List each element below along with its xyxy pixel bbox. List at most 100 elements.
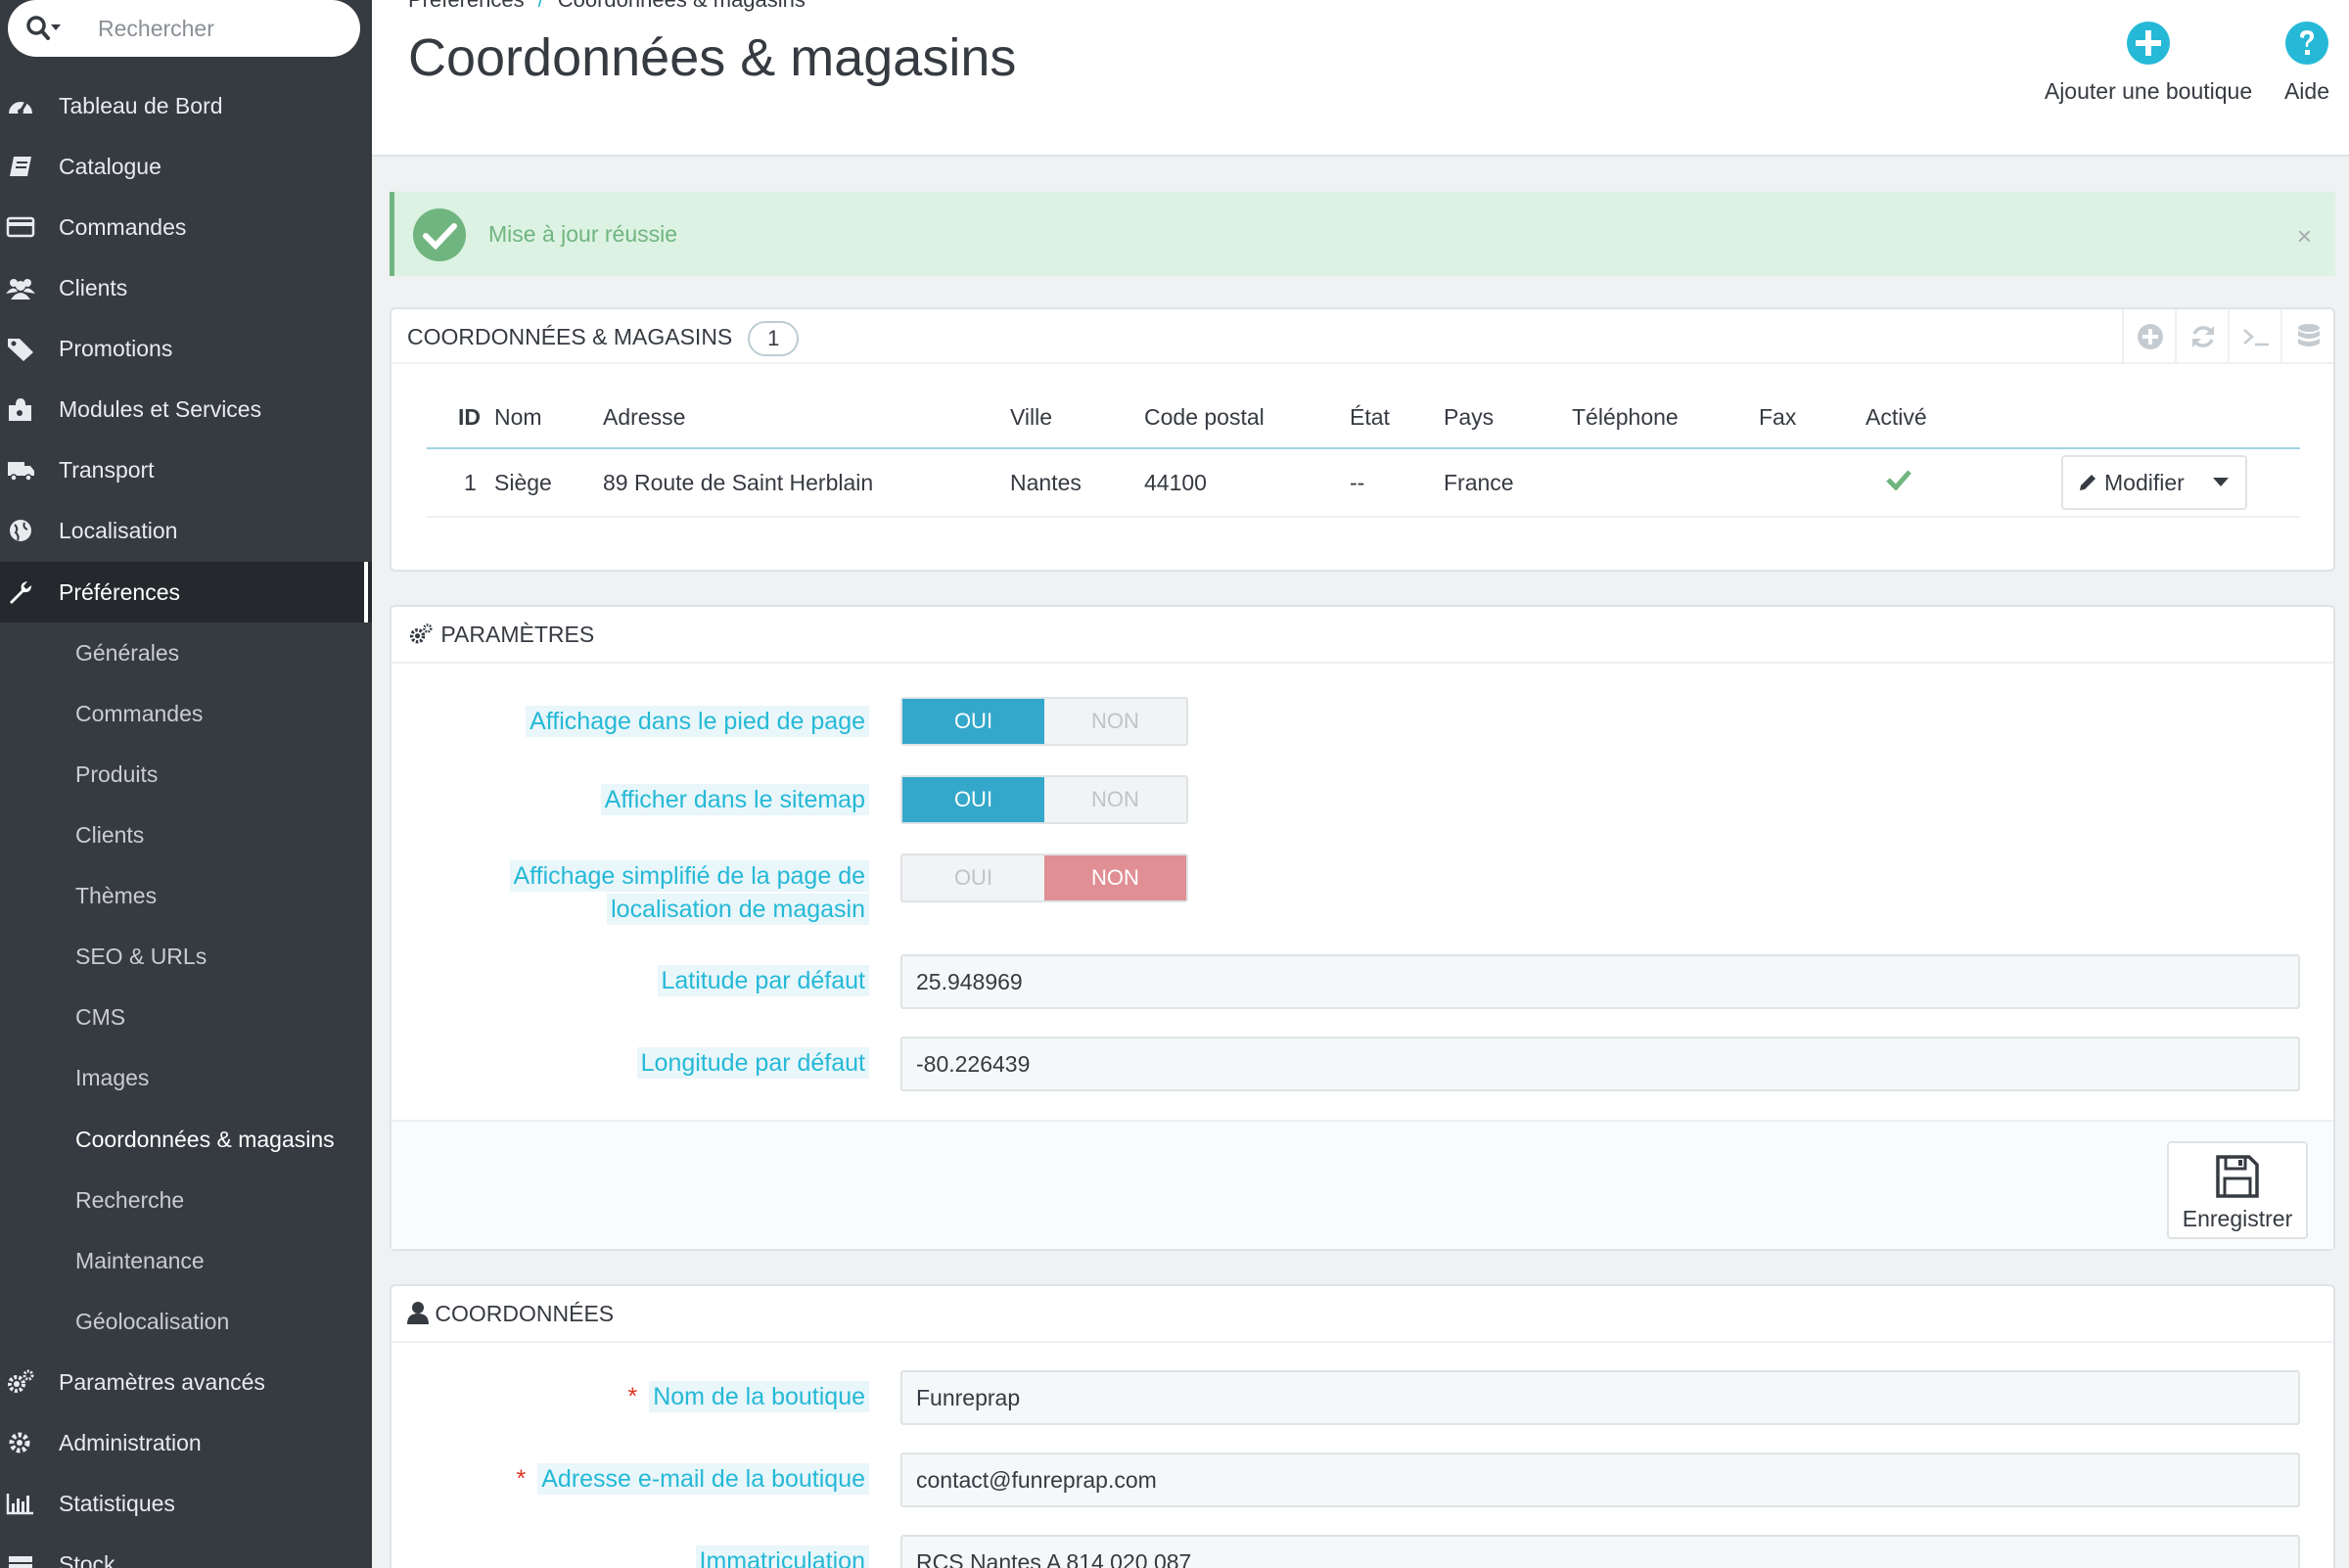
edit-button-group[interactable]: Modifier	[2061, 455, 2247, 510]
sidebar-item-preferences[interactable]: Préférences	[0, 562, 372, 623]
sidebar-item-administration[interactable]: Administration	[0, 1412, 372, 1473]
column-header[interactable]: Ville	[1010, 388, 1144, 449]
sidebar-item-customers[interactable]: Clients	[0, 257, 372, 318]
label-text: Adresse e-mail de la boutique	[537, 1463, 869, 1495]
sql-query-button[interactable]	[2228, 309, 2280, 364]
close-icon[interactable]: ×	[2297, 221, 2312, 252]
sidebar-subitem-products[interactable]: Produits	[0, 744, 372, 805]
column-header-actions	[2061, 388, 2300, 449]
column-header[interactable]: ID	[427, 388, 494, 449]
add-shop-button[interactable]: Ajouter une boutique	[2033, 20, 2264, 117]
latitude-label: Latitude par défaut	[657, 964, 869, 997]
cell-country: France	[1444, 448, 1572, 518]
switch-yes[interactable]: OUI	[902, 855, 1044, 900]
shop-email-input[interactable]	[900, 1453, 2300, 1507]
panel-heading: PARAMÈTRES	[392, 607, 2333, 664]
registration-input[interactable]	[900, 1535, 2300, 1568]
panel-title: PARAMÈTRES	[407, 607, 594, 662]
sidebar-item-label: Modules et Services	[59, 396, 262, 422]
column-header[interactable]: Fax	[1759, 388, 1865, 449]
longitude-input[interactable]	[900, 1037, 2300, 1091]
label-text: Nom de la boutique	[649, 1381, 869, 1412]
cell-active[interactable]	[1865, 448, 2061, 518]
search-input[interactable]	[98, 10, 343, 47]
edit-dropdown-toggle[interactable]	[2196, 457, 2245, 508]
column-header[interactable]: État	[1350, 388, 1444, 449]
count-badge: 1	[748, 320, 800, 356]
sidebar-item-localization[interactable]: Localisation	[0, 500, 372, 561]
latitude-input[interactable]	[900, 954, 2300, 1009]
search-icon[interactable]	[25, 15, 61, 42]
breadcrumb-item[interactable]: Coordonnées & magasins	[558, 0, 806, 12]
cell-phone	[1572, 448, 1759, 518]
switch-no[interactable]: NON	[1044, 855, 1186, 900]
success-alert: Mise à jour réussie ×	[390, 192, 2335, 276]
column-header[interactable]: Activé	[1865, 388, 2061, 449]
sidebar-item-advanced-parameters[interactable]: Paramètres avancés	[0, 1352, 372, 1412]
cogs-icon	[8, 1369, 34, 1393]
switch-yes[interactable]: OUI	[902, 777, 1044, 822]
sidebar-item-promotions[interactable]: Promotions	[0, 318, 372, 379]
sidebar-subitem-cms[interactable]: CMS	[0, 987, 372, 1047]
panel-heading: COORDONNÉES	[392, 1286, 2333, 1343]
sidebar-subitem-contact-stores[interactable]: Coordonnées & magasins	[0, 1109, 372, 1170]
sidebar-subitem-geolocation[interactable]: Géolocalisation	[0, 1291, 372, 1352]
stock-icon	[9, 1556, 32, 1568]
sidebar-subitem-seo-urls[interactable]: SEO & URLs	[0, 926, 372, 987]
column-header[interactable]: Code postal	[1144, 388, 1350, 449]
add-new-button[interactable]	[2122, 309, 2175, 364]
caret-down-icon	[2212, 478, 2229, 486]
truck-icon	[8, 462, 34, 482]
sidebar-item-label: Clients	[59, 275, 128, 300]
sidebar-subitem-customers[interactable]: Clients	[0, 805, 372, 865]
sidebar-item-stock[interactable]: Stock	[0, 1534, 372, 1568]
switch-no[interactable]: NON	[1044, 699, 1186, 744]
label-text: localisation de magasin	[607, 894, 869, 925]
shop-email-label: * Adresse e-mail de la boutique	[517, 1462, 869, 1496]
switch-yes[interactable]: OUI	[902, 699, 1044, 744]
simplified-locator-switch[interactable]: OUI NON	[900, 853, 1188, 902]
help-button[interactable]: Aide	[2277, 20, 2337, 117]
column-header[interactable]: Pays	[1444, 388, 1572, 449]
panel-title-text: COORDONNÉES	[435, 1301, 615, 1326]
edit-button[interactable]: Modifier	[2063, 457, 2196, 508]
sitemap-switch[interactable]: OUI NON	[900, 775, 1188, 824]
sidebar-item-modules[interactable]: Modules et Services	[0, 379, 372, 439]
sidebar-subitem-themes[interactable]: Thèmes	[0, 865, 372, 926]
panel-title: COORDONNÉES & MAGASINS 1	[407, 309, 800, 364]
search-box[interactable]	[8, 0, 360, 57]
column-header[interactable]: Adresse	[603, 388, 1010, 449]
footer-display-switch[interactable]: OUI NON	[900, 697, 1188, 746]
footer-display-label: Affichage dans le pied de page	[526, 705, 869, 738]
table-row[interactable]: 1 Siège 89 Route de Saint Herblain Nante…	[427, 448, 2300, 518]
sidebar-item-shipping[interactable]: Transport	[0, 439, 372, 500]
refresh-button[interactable]	[2175, 309, 2228, 364]
sidebar-subitem-search[interactable]: Recherche	[0, 1170, 372, 1230]
sidebar-subitem-maintenance[interactable]: Maintenance	[0, 1230, 372, 1291]
dashboard-icon	[9, 101, 32, 115]
check-icon[interactable]	[1886, 469, 1911, 491]
sidebar-item-statistics[interactable]: Statistiques	[0, 1473, 372, 1534]
sidebar-subitem-orders[interactable]: Commandes	[0, 683, 372, 744]
floppy-disk-icon	[2216, 1155, 2259, 1198]
sidebar-subitem-images[interactable]: Images	[0, 1047, 372, 1108]
sidebar-subitem-label: Générales	[75, 640, 180, 666]
breadcrumb-item[interactable]: Préférences	[408, 0, 525, 12]
label-text: Latitude par défaut	[657, 965, 869, 996]
column-header[interactable]: Nom	[494, 388, 603, 449]
shop-name-input[interactable]	[900, 1370, 2300, 1425]
save-button[interactable]: Enregistrer	[2167, 1141, 2308, 1239]
sql-manager-button[interactable]	[2280, 309, 2333, 364]
label-text: Longitude par défaut	[636, 1047, 869, 1079]
sidebar-item-catalog[interactable]: Catalogue	[0, 136, 372, 197]
sidebar-item-label: Stock	[59, 1551, 115, 1568]
column-header[interactable]: Téléphone	[1572, 388, 1759, 449]
label-text: Afficher dans le sitemap	[600, 784, 869, 815]
sidebar-item-dashboard[interactable]: Tableau de Bord	[0, 75, 372, 136]
sidebar-item-label: Localisation	[59, 518, 178, 543]
breadcrumb: Préférences / Coordonnées & magasins	[408, 0, 806, 13]
switch-no[interactable]: NON	[1044, 777, 1186, 822]
sidebar-item-label: Tableau de Bord	[59, 93, 223, 118]
sidebar-item-orders[interactable]: Commandes	[0, 197, 372, 257]
sidebar-subitem-general[interactable]: Générales	[0, 623, 372, 683]
